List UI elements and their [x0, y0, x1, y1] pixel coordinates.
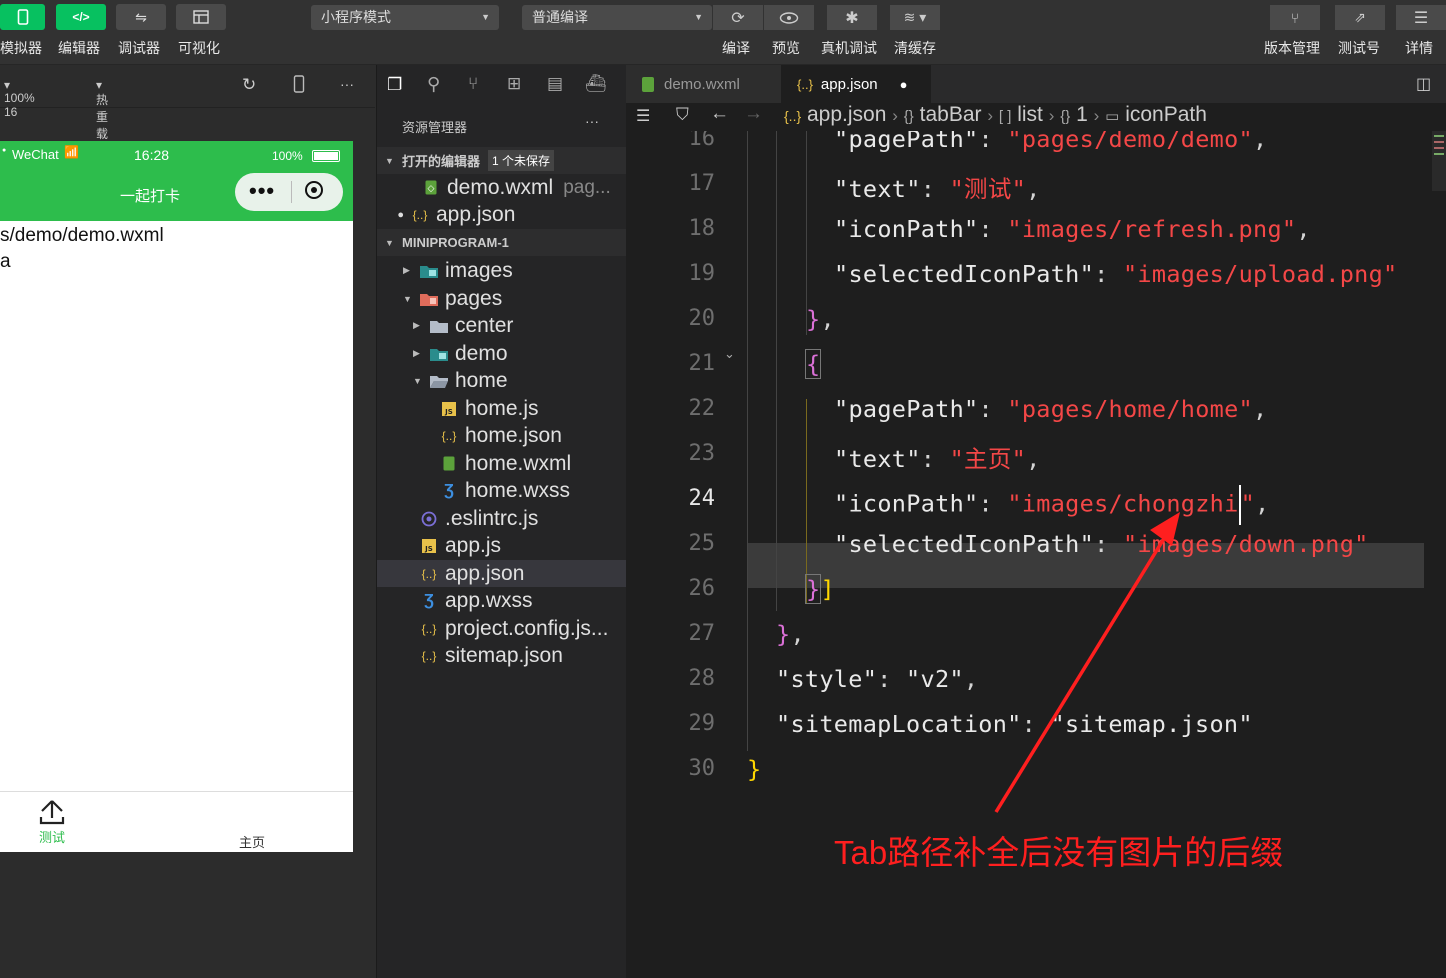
annotation-text: Tab路径补全后没有图片的后缀 [834, 834, 1284, 871]
